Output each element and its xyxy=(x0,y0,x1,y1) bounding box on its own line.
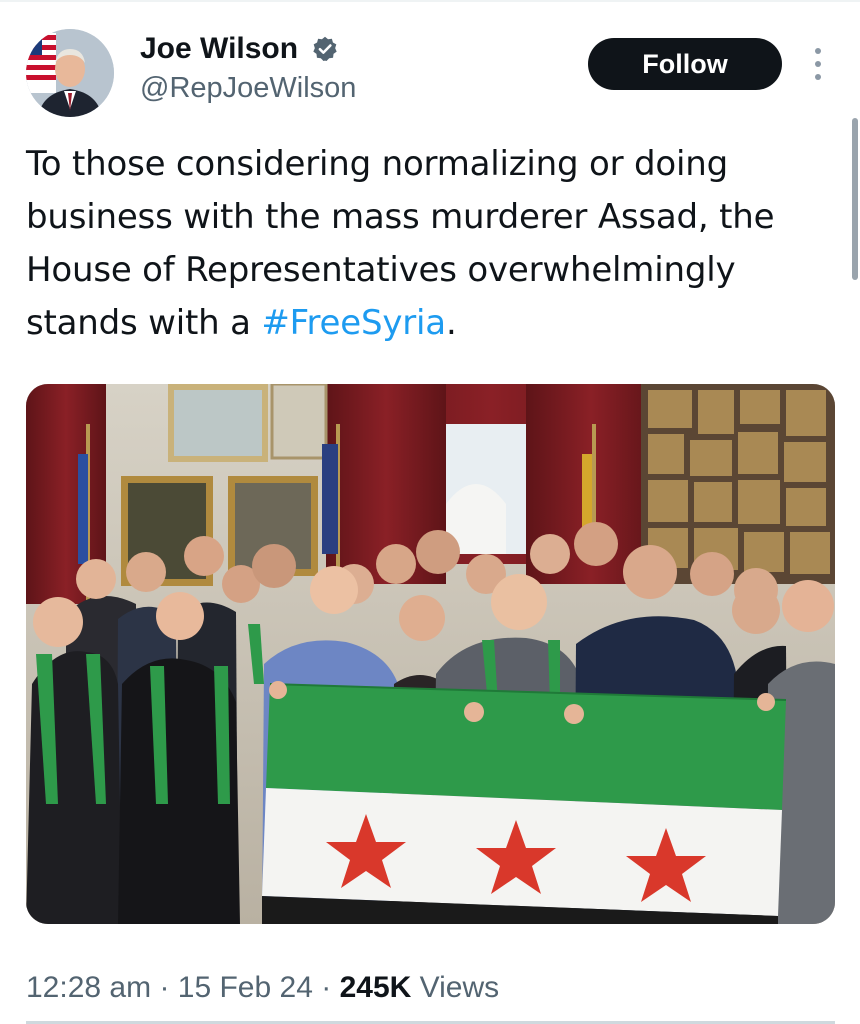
more-vertical-icon[interactable] xyxy=(806,44,830,84)
tweet-text-end: . xyxy=(445,303,457,343)
tweet-meta: 12:28 am · 15 Feb 24 · 245K Views xyxy=(26,968,499,1008)
syrian-flag xyxy=(262,683,787,924)
follow-button[interactable]: Follow xyxy=(588,38,782,90)
author-handle[interactable]: @RepJoeWilson xyxy=(140,70,356,106)
author-display-name[interactable]: Joe Wilson xyxy=(140,30,298,68)
tweet-detail: Joe Wilson @RepJoeWilson Follow To those… xyxy=(0,0,860,1024)
views-label: Views xyxy=(419,971,500,1004)
tweet-text: To those considering normalizing or doin… xyxy=(26,138,826,350)
tweet-date[interactable]: 15 Feb 24 xyxy=(178,971,313,1004)
views-count: 245K xyxy=(339,971,412,1004)
scrollbar[interactable] xyxy=(852,118,858,280)
avatar[interactable] xyxy=(26,29,114,117)
avatar-image xyxy=(26,29,114,117)
meta-separator: · xyxy=(159,971,170,1004)
top-divider xyxy=(0,0,860,2)
verified-badge-icon[interactable] xyxy=(311,35,339,63)
hashtag-link[interactable]: #FreeSyria xyxy=(261,303,446,343)
group-photo-image xyxy=(26,384,835,924)
tweet-photo[interactable] xyxy=(26,384,835,924)
meta-separator: · xyxy=(321,971,332,1004)
tweet-time[interactable]: 12:28 am xyxy=(26,971,151,1004)
author-block[interactable]: Joe Wilson @RepJoeWilson xyxy=(140,30,356,106)
